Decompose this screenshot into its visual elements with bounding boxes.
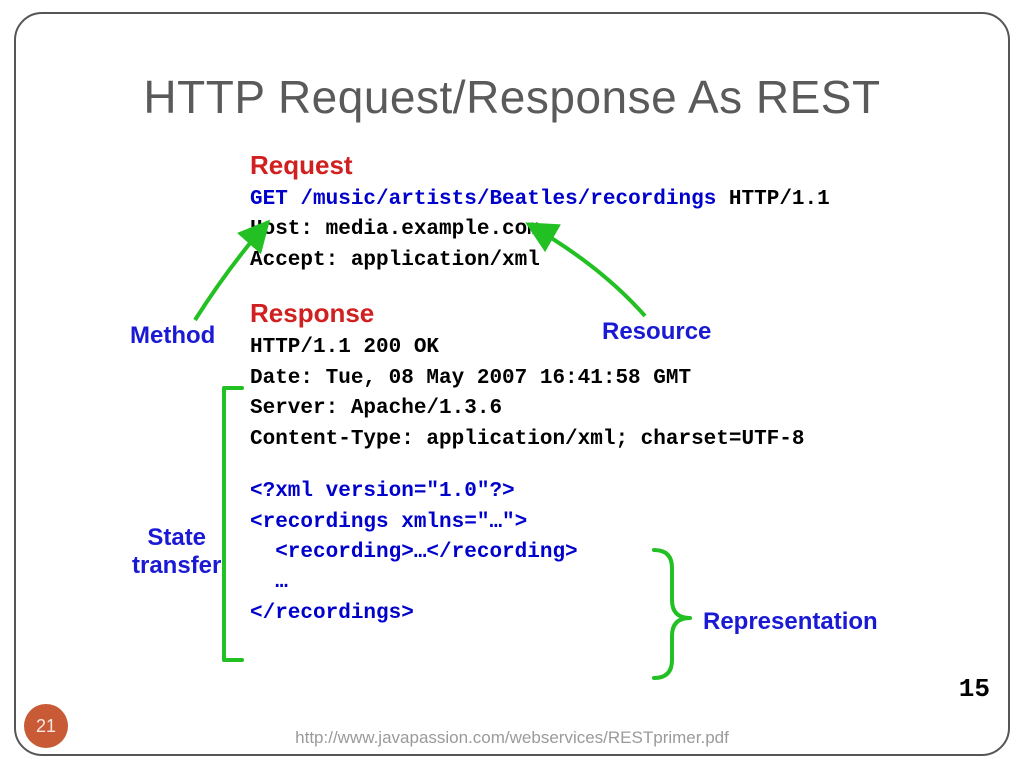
http-method: GET bbox=[250, 188, 288, 211]
label-resource: Resource bbox=[602, 318, 711, 346]
xml-decl: <?xml version="1.0"?> bbox=[250, 477, 930, 507]
response-heading: Response bbox=[250, 298, 930, 329]
status-line: HTTP/1.1 200 OK bbox=[250, 333, 930, 363]
request-path: /music/artists/Beatles/recordings bbox=[300, 188, 716, 211]
xml-ellipsis: … bbox=[250, 568, 930, 598]
host-header: Host: media.example.com bbox=[250, 215, 930, 245]
label-state: State transfer bbox=[132, 524, 221, 580]
request-line: GET /music/artists/Beatles/recordings HT… bbox=[250, 185, 930, 215]
http-version: HTTP/1.1 bbox=[729, 188, 830, 211]
ct-header: Content-Type: application/xml; charset=U… bbox=[250, 425, 930, 455]
xml-root-open: <recordings xmlns="…"> bbox=[250, 508, 930, 538]
date-header: Date: Tue, 08 May 2007 16:41:58 GMT bbox=[250, 364, 930, 394]
slide-title: HTTP Request/Response As REST bbox=[0, 70, 1024, 124]
xml-child: <recording>…</recording> bbox=[250, 538, 930, 568]
footer-url: http://www.javapassion.com/webservices/R… bbox=[0, 728, 1024, 748]
request-heading: Request bbox=[250, 150, 930, 181]
content-block: Request GET /music/artists/Beatles/recor… bbox=[110, 150, 930, 629]
label-method: Method bbox=[130, 322, 215, 350]
inner-page-number: 15 bbox=[959, 674, 990, 704]
server-header: Server: Apache/1.3.6 bbox=[250, 394, 930, 424]
accept-header: Accept: application/xml bbox=[250, 246, 930, 276]
label-representation: Representation bbox=[703, 608, 878, 636]
